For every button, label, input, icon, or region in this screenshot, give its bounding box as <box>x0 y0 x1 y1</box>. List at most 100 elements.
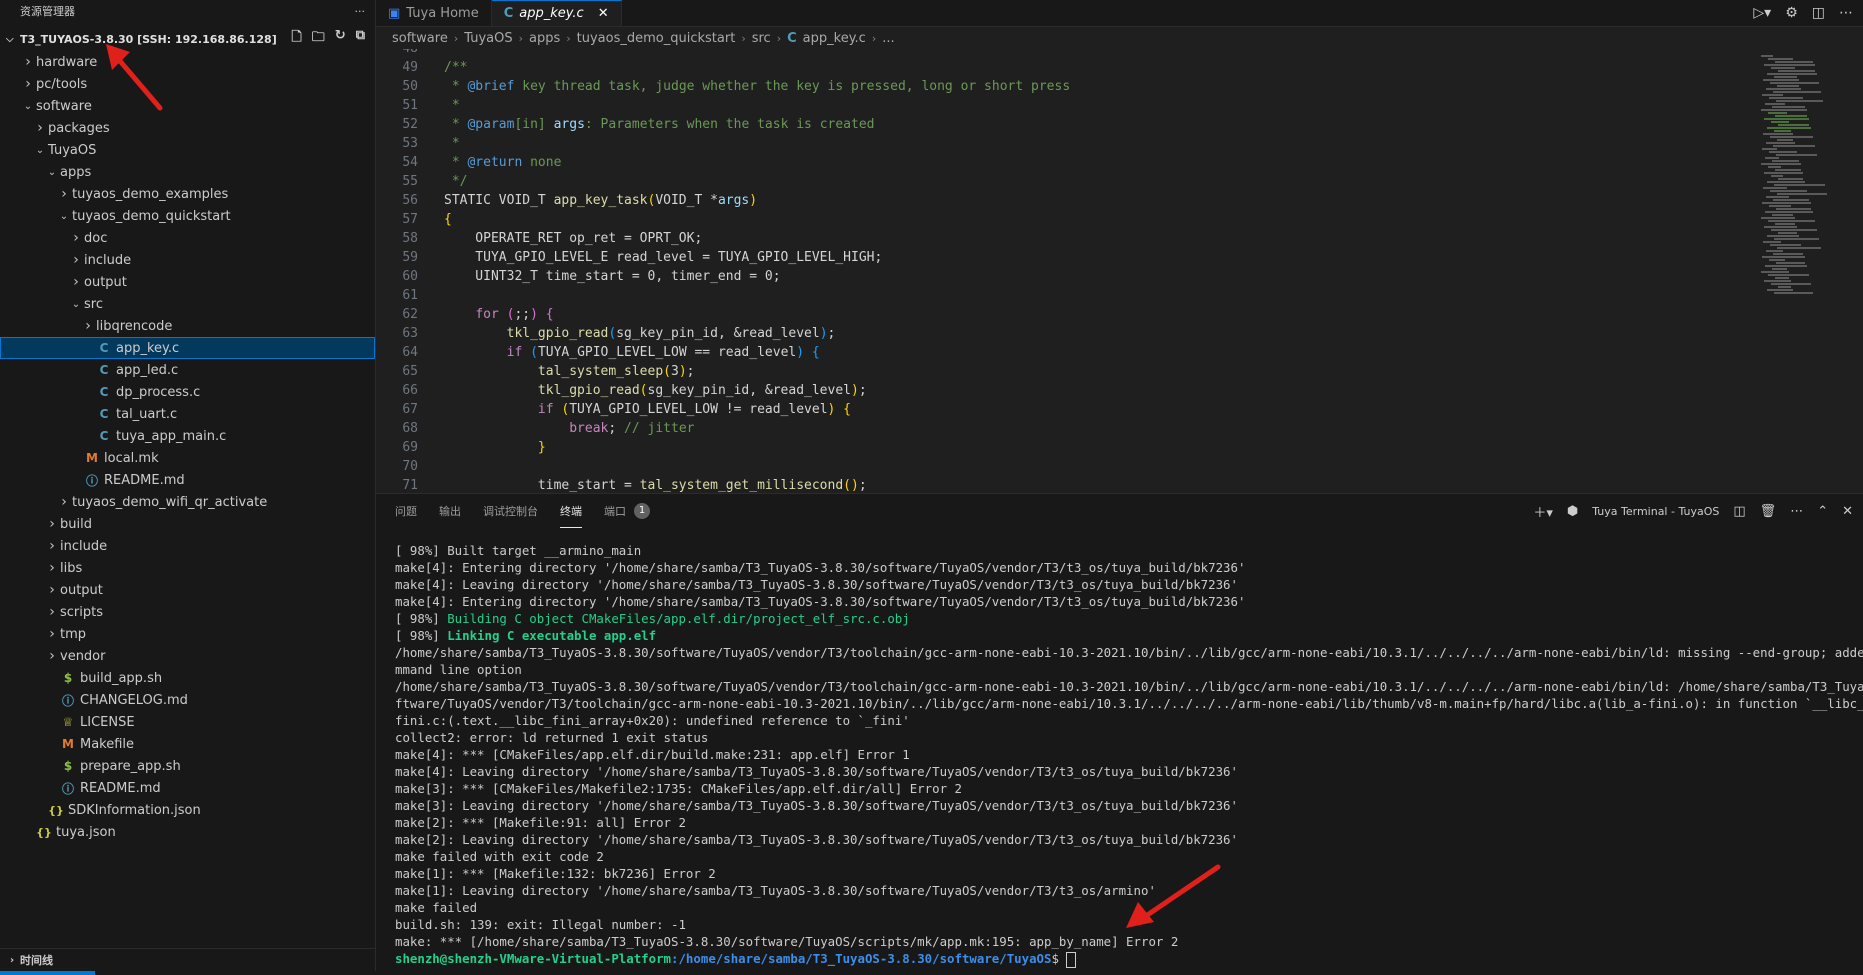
code-line: 55 */ <box>376 172 1863 191</box>
breadcrumb-item[interactable]: src <box>752 31 771 46</box>
minimap-line <box>1778 286 1791 288</box>
tree-file[interactable]: Mlocal.mk <box>0 447 375 469</box>
tree-folder[interactable]: › include <box>0 535 375 557</box>
workspace-root[interactable]: ⌵ T3_TUYAOS-3.8.30 [SSH: 192.168.86.128]… <box>0 28 375 50</box>
split-editor-icon[interactable]: ◫ <box>1812 5 1825 21</box>
breadcrumb-item[interactable]: TuyaOS <box>464 31 512 46</box>
terminal-output[interactable]: [ 98%] Built target __armino_main make[4]… <box>395 542 1863 968</box>
terminal-line: make[4]: Entering directory '/home/share… <box>395 593 1863 610</box>
new-folder-icon[interactable]: 🗀 <box>312 28 325 50</box>
tree-file[interactable]: Ctal_uart.c <box>0 403 375 425</box>
minimap-line <box>1776 208 1811 210</box>
minimap-line <box>1765 211 1813 213</box>
close-icon[interactable]: ✕ <box>598 6 609 21</box>
tree-file[interactable]: Ctuya_app_main.c <box>0 425 375 447</box>
tree-folder[interactable]: › scripts <box>0 601 375 623</box>
tree-folder[interactable]: › libs <box>0 557 375 579</box>
tree-folder[interactable]: › output <box>0 271 375 293</box>
breadcrumb-item[interactable]: software <box>392 31 448 46</box>
minimap[interactable] <box>1753 49 1863 492</box>
breadcrumb-item[interactable]: app_key.c <box>803 31 866 46</box>
breadcrumb-item[interactable]: tuyaos_demo_quickstart <box>577 31 736 46</box>
tree-item-label: doc <box>84 230 108 246</box>
minimap-line <box>1774 184 1825 186</box>
minimap-line <box>1775 223 1795 225</box>
line-number: 70 <box>402 459 418 474</box>
tree-folder[interactable]: › build <box>0 513 375 535</box>
tree-file[interactable]: ♕ LICENSE <box>0 711 375 733</box>
split-terminal-icon[interactable]: ◫ <box>1733 504 1745 519</box>
tree-file[interactable]: $ prepare_app.sh <box>0 755 375 777</box>
remote-indicator[interactable] <box>0 971 95 975</box>
terminal-prompt[interactable]: shenzh@shenzh-VMware-Virtual-Platform:/h… <box>395 950 1863 968</box>
panel-tab[interactable]: 端口 1 <box>604 494 650 528</box>
panel-tab-label: 终端 <box>560 504 582 518</box>
panel-tab-label: 问题 <box>395 505 417 518</box>
refresh-icon[interactable]: ↻ <box>335 28 346 50</box>
minimap-line <box>1769 259 1785 261</box>
new-file-icon[interactable]: 🗋 <box>291 28 301 50</box>
editor-tab-bar: ▣ Tuya Home C app_key.c ✕ ▷▾ ⚙ ◫ ⋯ <box>376 0 1863 27</box>
line-source: STATIC VOID_T app_key_task(VOID_T *args) <box>444 193 758 208</box>
tree-file[interactable]: {} SDKInformation.json <box>0 799 375 821</box>
tree-folder[interactable]: ⌄ tuyaos_demo_quickstart <box>0 205 375 227</box>
c-file-icon: C <box>99 429 109 443</box>
tree-file[interactable]: {} tuya.json <box>0 821 375 843</box>
tree-folder[interactable]: › doc <box>0 227 375 249</box>
tree-folder[interactable]: › tuyaos_demo_wifi_qr_activate <box>0 491 375 513</box>
file-tree: › hardware › pc/tools ⌄ software › packages ⌄ Tuy… <box>0 51 375 843</box>
tree-folder[interactable]: › libqrencode <box>0 315 375 337</box>
tree-folder[interactable]: › packages <box>0 117 375 139</box>
minimap-line <box>1774 238 1819 240</box>
explorer-header: 资源管理器 ··· <box>0 0 375 22</box>
maximize-panel-icon[interactable]: ⌃ <box>1817 504 1828 519</box>
bottom-panel: 问题 输出 调试控制台 终端 端口 1 ＋▾ ⬢ Tuya Terminal - Tuya… <box>376 493 1863 972</box>
collapse-all-icon[interactable]: ⧉ <box>356 28 365 50</box>
tree-folder[interactable]: › include <box>0 249 375 271</box>
close-panel-icon[interactable]: ✕ <box>1842 504 1853 519</box>
tree-file[interactable]: M Makefile <box>0 733 375 755</box>
trash-icon[interactable]: 🗑 <box>1760 504 1777 519</box>
more-icon[interactable]: ⋯ <box>1839 5 1853 21</box>
add-terminal-icon[interactable]: ＋▾ <box>1533 502 1553 521</box>
gear-icon[interactable]: ⚙ <box>1785 5 1798 21</box>
terminal-name[interactable]: Tuya Terminal - TuyaOS <box>1592 505 1719 518</box>
tree-folder[interactable]: › tmp <box>0 623 375 645</box>
timeline-section[interactable]: › 时间线 <box>0 948 375 971</box>
tree-folder[interactable]: › output <box>0 579 375 601</box>
tree-file[interactable]: ⓘ README.md <box>0 777 375 799</box>
tab-app-key-c[interactable]: C app_key.c ✕ <box>491 0 622 26</box>
panel-tab[interactable]: 问题 <box>395 494 417 528</box>
c-file-icon: C <box>503 6 514 21</box>
tree-file[interactable]: $ build_app.sh <box>0 667 375 689</box>
more-icon[interactable]: ⋯ <box>1790 504 1803 519</box>
panel-tab[interactable]: 终端 <box>560 494 582 528</box>
tree-file[interactable]: Capp_key.c <box>0 337 375 359</box>
explorer-more-button[interactable]: ··· <box>355 5 366 18</box>
run-icon[interactable]: ▷▾ <box>1753 5 1771 21</box>
line-number: 52 <box>402 117 418 132</box>
tree-folder[interactable]: › tuyaos_demo_examples <box>0 183 375 205</box>
tree-folder[interactable]: ⌄ src <box>0 293 375 315</box>
terminal-line: make[3]: *** [CMakeFiles/Makefile2:1735:… <box>395 780 1863 797</box>
tree-folder[interactable]: ⌄ software <box>0 95 375 117</box>
tree-folder[interactable]: ⌄ apps <box>0 161 375 183</box>
breadcrumb-item[interactable]: apps <box>529 31 560 46</box>
tree-folder[interactable]: ⌄ TuyaOS <box>0 139 375 161</box>
minimap-line <box>1772 106 1805 108</box>
tree-file[interactable]: ⓘ CHANGELOG.md <box>0 689 375 711</box>
tree-file[interactable]: Cdp_process.c <box>0 381 375 403</box>
tree-file[interactable]: ⓘ README.md <box>0 469 375 491</box>
code-editor[interactable]: 48 49 /** 50 * @brief key thread task, judg… <box>376 49 1863 492</box>
minimap-line <box>1778 178 1803 180</box>
panel-tab[interactable]: 输出 <box>439 494 461 528</box>
tree-folder[interactable]: › pc/tools <box>0 73 375 95</box>
breadcrumb-item[interactable]: ... <box>882 31 894 46</box>
tree-folder[interactable]: › hardware <box>0 51 375 73</box>
panel-tab-label: 调试控制台 <box>483 505 538 518</box>
tree-file[interactable]: Capp_led.c <box>0 359 375 381</box>
tab-tuya-home[interactable]: ▣ Tuya Home <box>376 0 492 26</box>
tree-folder[interactable]: › vendor <box>0 645 375 667</box>
panel-tab[interactable]: 调试控制台 <box>483 494 538 528</box>
tree-item-label: build <box>60 516 92 532</box>
